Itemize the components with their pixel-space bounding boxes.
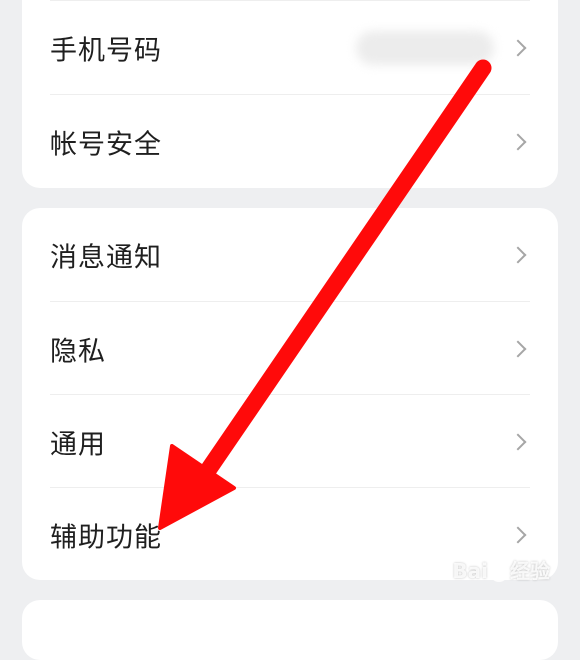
- settings-item-notifications[interactable]: 消息通知: [22, 208, 558, 301]
- settings-item-privacy[interactable]: 隐私: [22, 302, 558, 395]
- settings-item-phone-number[interactable]: 手机号码: [22, 1, 558, 94]
- watermark-brand-suffix: 经验: [510, 559, 550, 583]
- settings-item-general[interactable]: 通用: [22, 395, 558, 488]
- paw-logo-icon: [490, 563, 508, 582]
- settings-item-label: 隐私: [50, 336, 106, 367]
- settings-item-label: 辅助功能: [50, 522, 162, 553]
- settings-item-label: 帐号安全: [50, 129, 162, 160]
- account-settings-card: 手机号码 帐号安全: [22, 0, 558, 188]
- chevron-right-icon: [509, 133, 527, 150]
- phone-number-value-redacted: [356, 30, 494, 65]
- settings-item-label: 消息通知: [50, 242, 162, 273]
- settings-item-account-security[interactable]: 帐号安全: [22, 95, 558, 188]
- next-settings-card: [22, 600, 558, 660]
- settings-item-label: 通用: [50, 429, 106, 460]
- chevron-right-icon: [509, 39, 527, 56]
- chevron-right-icon: [509, 526, 527, 543]
- general-settings-card: 消息通知 隐私 通用 辅助功能: [22, 208, 558, 580]
- chevron-right-icon: [509, 246, 527, 263]
- chevron-right-icon: [509, 433, 527, 450]
- chevron-right-icon: [509, 340, 527, 357]
- baidu-jingyan-watermark: Bai 经验: [452, 555, 550, 584]
- settings-item-label: 手机号码: [50, 35, 162, 66]
- watermark-brand-prefix: Bai: [452, 559, 488, 583]
